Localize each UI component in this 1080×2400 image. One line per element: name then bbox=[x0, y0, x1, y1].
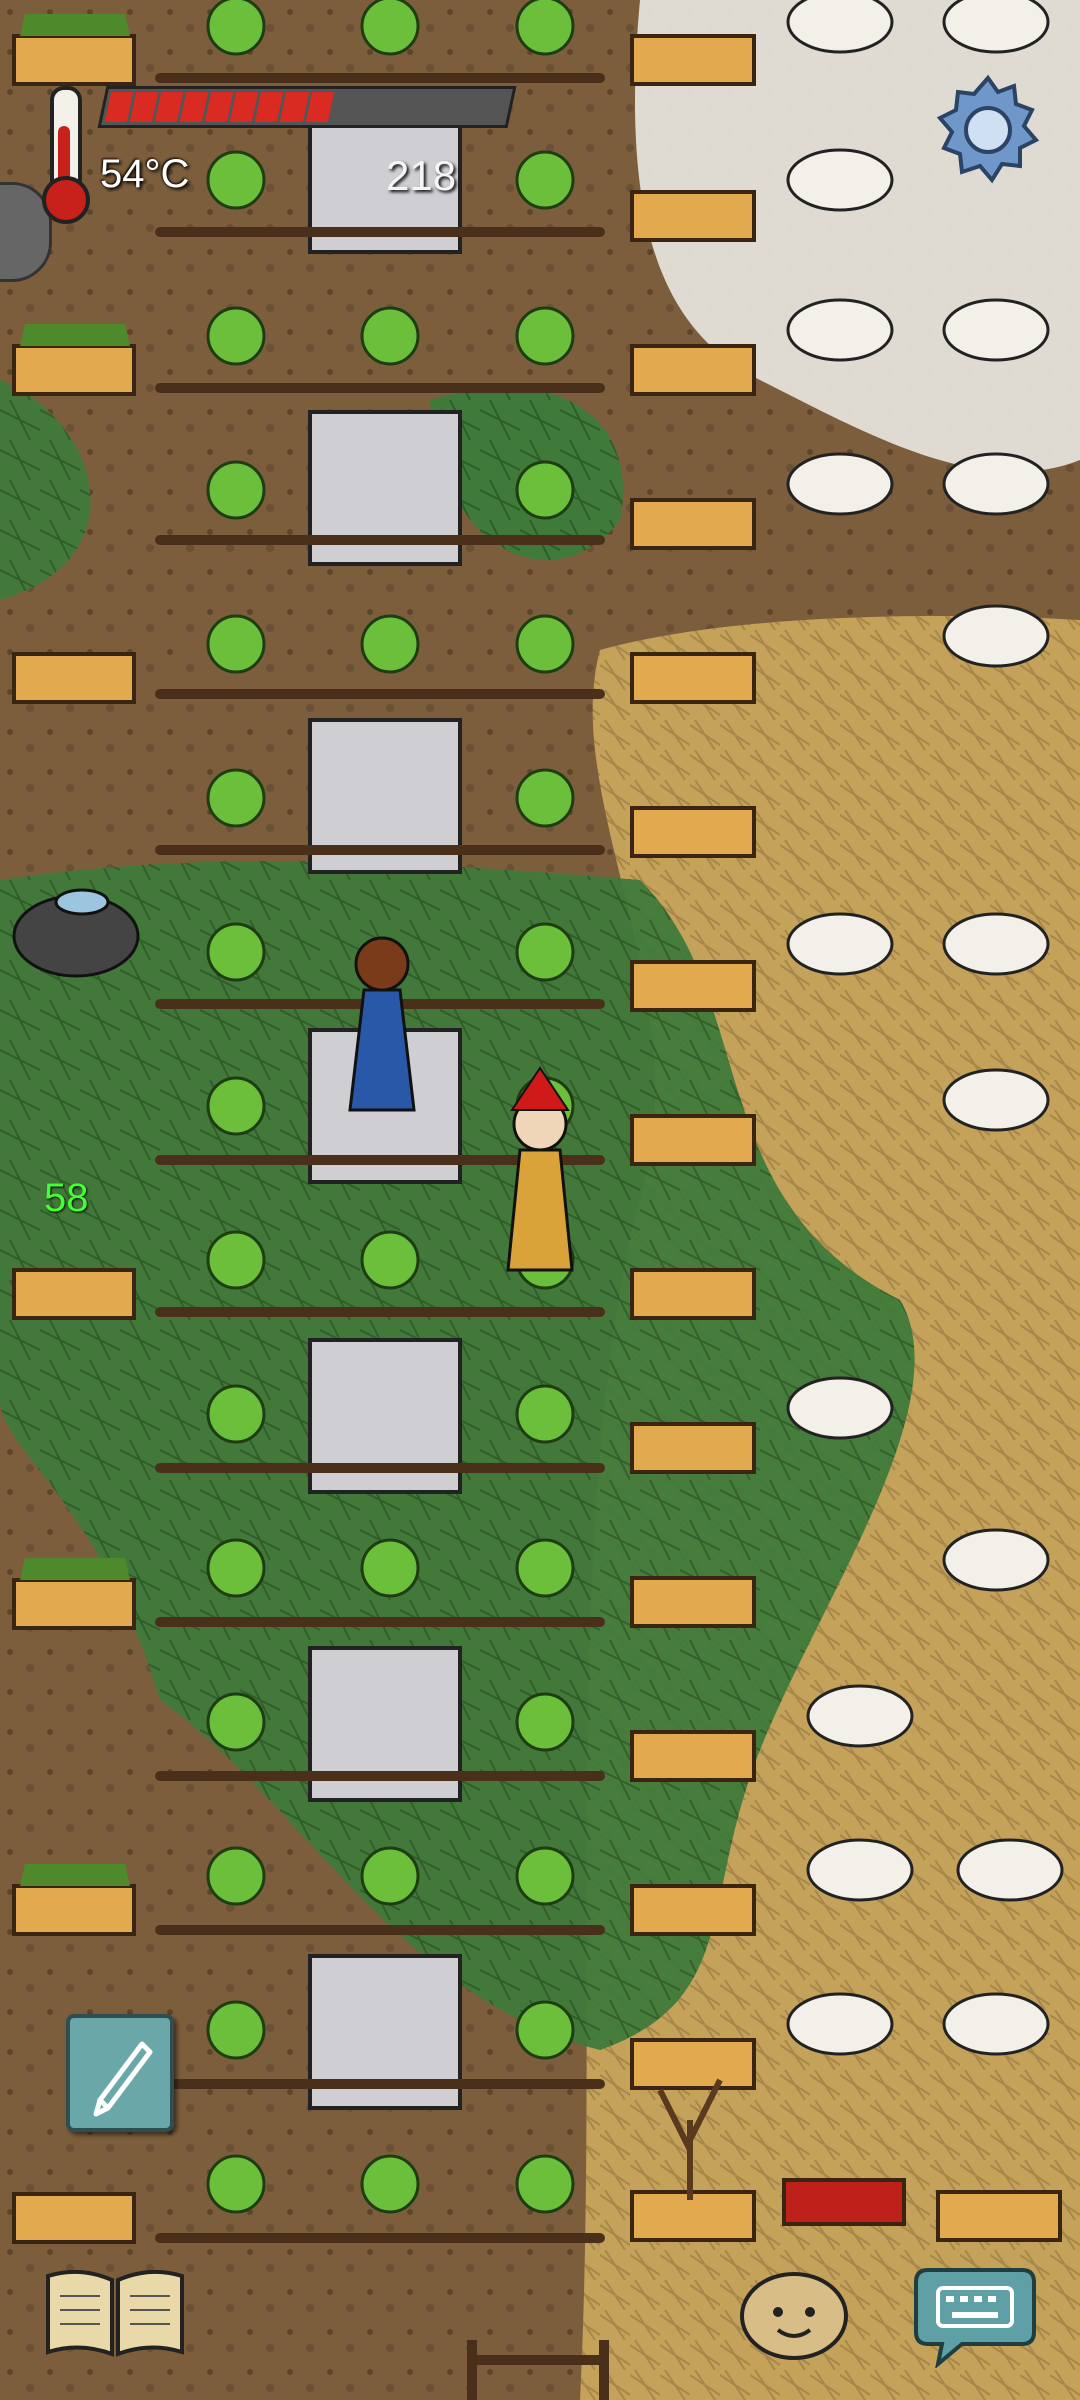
hunger-pip bbox=[305, 92, 334, 122]
hunger-pip bbox=[480, 92, 510, 122]
thermometer-icon bbox=[36, 86, 90, 224]
potato-face-icon[interactable] bbox=[738, 2266, 850, 2362]
keyboard-icon[interactable] bbox=[912, 2262, 1038, 2370]
gear-icon[interactable] bbox=[928, 70, 1048, 190]
hunger-pip bbox=[104, 92, 134, 122]
red-cloth bbox=[782, 2178, 906, 2226]
yum-counter: 218 bbox=[386, 152, 457, 199]
hunger-pip bbox=[179, 92, 209, 122]
hunger-pip bbox=[129, 92, 159, 122]
hunger-pip bbox=[355, 92, 384, 122]
hunger-pip bbox=[154, 92, 184, 122]
book-icon[interactable] bbox=[40, 2262, 190, 2362]
player-age: 58 bbox=[44, 1176, 89, 1220]
hunger-pip bbox=[205, 92, 234, 122]
hunger-pip bbox=[405, 92, 435, 122]
hunger-pip bbox=[230, 92, 259, 122]
player-character-blue bbox=[348, 936, 416, 1112]
hunger-pip bbox=[455, 92, 485, 122]
hunger-pip bbox=[255, 92, 284, 122]
hunger-pip bbox=[430, 92, 460, 122]
pencil-icon[interactable] bbox=[66, 2014, 174, 2132]
hunger-pip bbox=[280, 92, 309, 122]
hunger-pip bbox=[380, 92, 409, 122]
temperature-readout: 54°C bbox=[100, 152, 190, 196]
hunger-pip bbox=[330, 92, 359, 122]
hunger-bar bbox=[97, 86, 517, 128]
